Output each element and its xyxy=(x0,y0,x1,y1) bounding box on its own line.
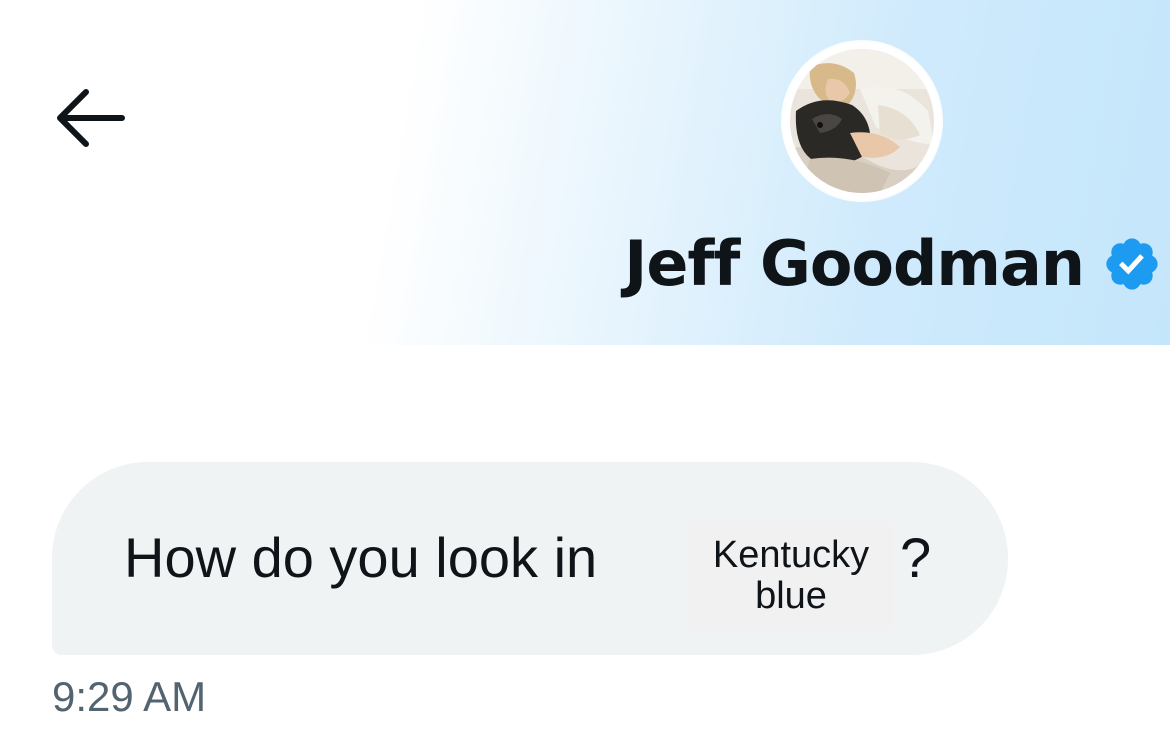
message-text: How do you look in xyxy=(124,526,598,589)
arrow-left-icon xyxy=(57,89,125,147)
overlay-line-2: blue xyxy=(755,575,827,617)
back-button[interactable] xyxy=(40,76,140,160)
avatar[interactable] xyxy=(783,42,941,200)
overlay-line-1: Kentucky xyxy=(712,533,870,576)
text-overlay-sticker: Kentucky blue xyxy=(688,522,894,630)
profile-name: Jeff Goodman xyxy=(624,227,1085,300)
message-timestamp: 9:29 AM xyxy=(52,673,207,720)
avatar-photo xyxy=(790,49,934,193)
message-question-mark: ? xyxy=(900,526,932,589)
profile-name-row[interactable]: Jeff Goodman xyxy=(624,222,1162,306)
verified-badge-icon xyxy=(1106,238,1158,290)
